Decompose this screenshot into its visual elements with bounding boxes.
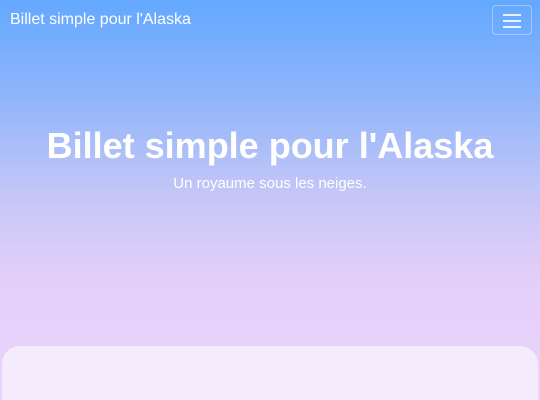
navbar-brand[interactable]: Billet simple pour l'Alaska [10,10,191,30]
hamburger-menu-icon [503,14,521,28]
navbar-toggle-button[interactable] [492,5,532,35]
hero-section: Billet simple pour l'Alaska Un royaume s… [0,120,540,194]
content-card [2,346,538,400]
hero-title: Billet simple pour l'Alaska [46,125,494,166]
navbar: Billet simple pour l'Alaska [0,0,540,40]
hero-subtitle: Un royaume sous les neiges. [173,175,367,192]
